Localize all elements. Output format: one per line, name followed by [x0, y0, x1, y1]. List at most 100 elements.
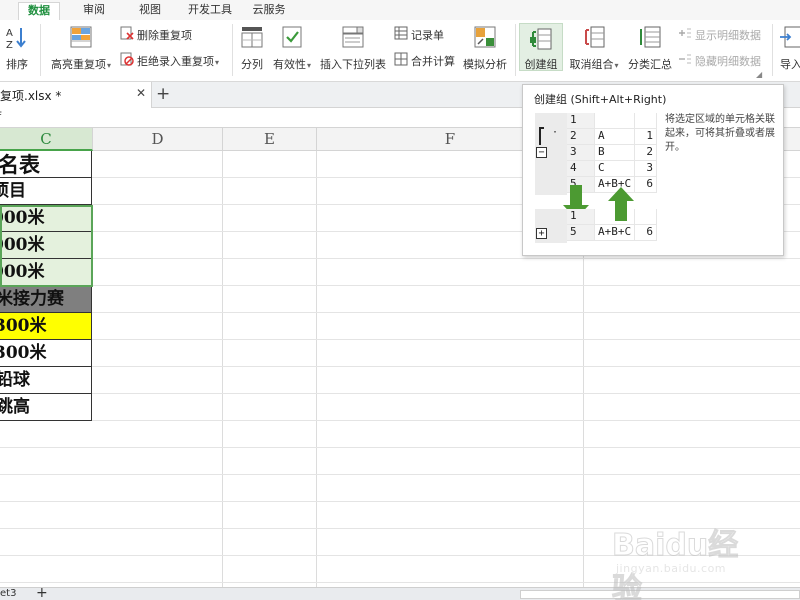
function-icon[interactable]: f — [0, 110, 1, 124]
sort-label: 排序 — [6, 58, 28, 71]
caret-icon: ▾ — [614, 61, 619, 70]
cell-text: 米接力赛 — [0, 289, 64, 309]
column-header-d[interactable]: D — [93, 128, 223, 151]
cell-c4[interactable]: 000米 — [0, 232, 92, 259]
create-group-tooltip: 创建组 (Shift+Alt+Right) 将选定区域的单元格关联起来，可将其折… — [522, 84, 784, 256]
import-label: 导入 — [780, 58, 800, 71]
cell-text: 名表 — [0, 152, 40, 177]
simulate-analysis-button[interactable]: 模拟分析 — [460, 24, 510, 71]
merge-calc-button[interactable]: 合并计算 — [394, 52, 455, 70]
delete-duplicates-label: 删除重复项 — [137, 29, 192, 42]
insert-dropdown-list-label: 插入下拉列表 — [320, 58, 386, 71]
tab-developer[interactable]: 开发工具 — [184, 2, 236, 20]
separator — [515, 24, 516, 76]
grid-line — [0, 366, 800, 367]
ungroup-icon — [585, 26, 605, 48]
split-column-button[interactable]: 分列 — [236, 24, 268, 71]
simulate-analysis-label: 模拟分析 — [463, 58, 507, 71]
dropdown-list-icon — [342, 26, 364, 48]
cell-text: 铅球 — [0, 370, 30, 390]
hide-detail-label: 隐藏明细数据 — [695, 55, 761, 68]
delete-duplicates-button[interactable]: 删除重复项 — [120, 26, 192, 44]
reject-duplicates-button[interactable]: 拒绝录入重复项▾ — [120, 52, 219, 70]
grid-line — [0, 312, 800, 313]
tab-cloud[interactable]: 云服务 — [246, 2, 292, 20]
demo-row-number: 1 — [567, 113, 595, 129]
demo-collapsed: + 1 5 A+B+C 6 — [535, 209, 657, 243]
validity-button[interactable]: 有效性▾ — [270, 24, 314, 71]
reject-duplicates-label: 拒绝录入重复项 — [137, 55, 214, 68]
demo-cell-label: A+B+C — [595, 225, 635, 241]
validity-label: 有效性 — [272, 58, 306, 71]
watermark-url: jingyan.baidu.com — [616, 562, 727, 575]
merge-calc-icon — [394, 52, 408, 72]
import-button[interactable]: 导入 — [776, 24, 800, 71]
group-dot: · — [552, 127, 559, 138]
sheet-tab[interactable]: et3 — [0, 588, 16, 599]
highlight-duplicates-button[interactable]: 高亮重复项▾ — [46, 24, 116, 71]
ungroup-label: 取消组合 — [569, 58, 614, 71]
tooltip-description: 将选定区域的单元格关联起来，可将其折叠或者展开。 — [665, 114, 775, 153]
cell-c2[interactable]: 项目 — [0, 178, 92, 205]
ribbon-toolbar: A Z 排序 高亮重复项▾ 删除重复项 拒绝录入重复项▾ 分列 有效性▾ 插入下… — [0, 20, 800, 82]
demo-row-number: 4 — [567, 161, 595, 177]
close-icon[interactable]: ✕ — [136, 86, 146, 100]
cell-c1[interactable]: 名表 — [0, 151, 92, 178]
sort-button[interactable]: A Z 排序 — [0, 24, 34, 71]
cell-c8[interactable]: 300米 — [0, 340, 92, 367]
import-icon — [780, 26, 800, 48]
record-form-button[interactable]: 记录单 — [394, 26, 444, 44]
subtotal-label: 分类汇总 — [628, 58, 672, 71]
new-tab-button[interactable]: + — [156, 84, 170, 104]
document-tab[interactable]: 复项.xlsx * ✕ — [0, 82, 152, 108]
tooltip-title: 创建组 (Shift+Alt+Right) — [534, 93, 667, 106]
column-header-e[interactable]: E — [223, 128, 317, 151]
cell-text: 300米 — [0, 343, 47, 363]
cell-c10[interactable]: 跳高 — [0, 394, 92, 421]
cell-c5[interactable]: 000米 — [0, 259, 92, 286]
subtotal-button[interactable]: 分类汇总 — [626, 24, 674, 71]
delete-duplicates-icon — [120, 26, 134, 46]
column-header-c[interactable]: C — [0, 128, 93, 151]
grid-line — [316, 151, 317, 587]
hide-detail-button[interactable]: 隐藏明细数据 — [678, 52, 761, 70]
tab-view[interactable]: 视图 — [129, 2, 171, 20]
tab-data[interactable]: 数据 — [18, 2, 60, 20]
create-group-label: 创建组 — [524, 58, 558, 71]
caret-icon: ▾ — [215, 58, 220, 67]
grid-line — [222, 151, 223, 587]
grid-line — [0, 474, 800, 475]
highlight-duplicates-label: 高亮重复项 — [50, 58, 106, 71]
expand-plus-icon: + — [536, 228, 547, 239]
demo-cell-label: A — [595, 129, 635, 145]
cell-c6[interactable]: 米接力赛 — [0, 286, 92, 313]
add-sheet-button[interactable]: + — [36, 585, 48, 600]
caret-icon: ▾ — [106, 61, 111, 70]
dialog-launcher-icon[interactable]: ◢ — [756, 70, 762, 79]
show-detail-button[interactable]: 显示明细数据 — [678, 26, 761, 44]
split-column-icon — [241, 27, 263, 48]
demo-cell-value: 2 — [635, 145, 657, 161]
highlight-icon — [70, 26, 92, 48]
record-form-icon — [394, 26, 408, 46]
demo-cell-label — [595, 209, 635, 225]
tab-review[interactable]: 审阅 — [73, 2, 115, 20]
separator — [772, 24, 773, 76]
watermark-brand: Baidu经验 — [612, 528, 739, 600]
cell-c9[interactable]: 铅球 — [0, 367, 92, 394]
show-detail-icon — [678, 26, 692, 46]
demo-row-number: 3 — [567, 145, 595, 161]
demo-row-number: 5 — [567, 225, 595, 241]
demo-cell-value: 6 — [635, 177, 657, 193]
ungroup-button[interactable]: 取消组合▾ — [565, 24, 623, 71]
document-tab-name: 复项.xlsx * — [0, 89, 62, 103]
insert-dropdown-list-button[interactable]: 插入下拉列表 — [318, 24, 388, 71]
collapse-minus-icon: − — [536, 147, 547, 158]
demo-row-number: 2 — [567, 129, 595, 145]
create-group-button[interactable]: 创建组 — [519, 23, 563, 71]
cell-c3[interactable]: 000米 — [0, 205, 92, 232]
hide-detail-icon — [678, 52, 692, 72]
cell-c7[interactable]: 300米 — [0, 313, 92, 340]
merge-calc-label: 合并计算 — [411, 55, 455, 68]
demo-cell-value: 1 — [635, 129, 657, 145]
